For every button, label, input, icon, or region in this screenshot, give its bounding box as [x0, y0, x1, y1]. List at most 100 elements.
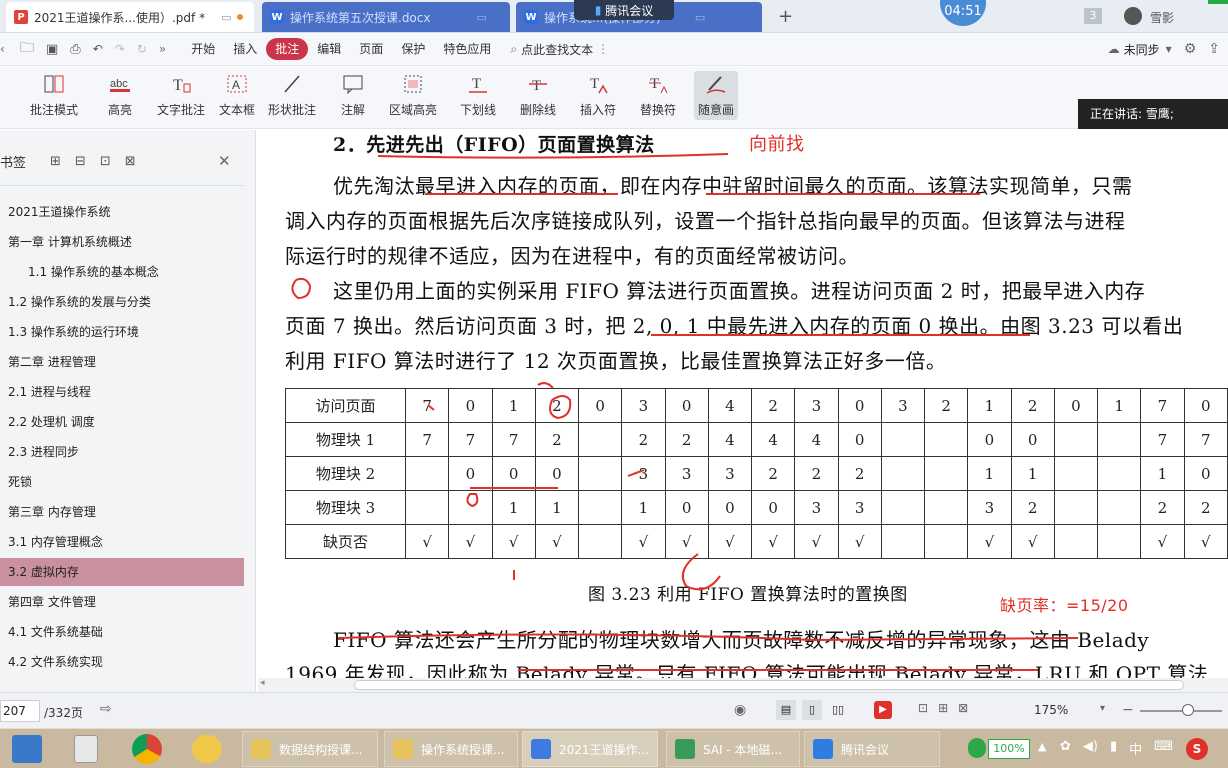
battery-indicator[interactable]: 100%	[988, 739, 1030, 759]
sidebar-item[interactable]: 第一章 计算机系统概述	[0, 228, 244, 256]
menu-page[interactable]: 页面	[350, 38, 392, 60]
taskbar-item[interactable]: SAI - 本地磁...	[666, 731, 800, 767]
search-input[interactable]: 点此查找文本	[521, 41, 593, 58]
computer-icon[interactable]	[12, 735, 42, 763]
chevron-left-icon[interactable]: ‹	[0, 42, 14, 56]
sidebar-item[interactable]: 第二章 进程管理	[0, 348, 244, 376]
open-folder-icon[interactable]: 🗀	[14, 37, 40, 61]
taskbar-item[interactable]: 2021王道操作...	[522, 731, 658, 767]
text-note-button[interactable]: T 文字批注	[157, 73, 205, 118]
eye-icon[interactable]: ◉	[734, 702, 746, 718]
sidebar-item[interactable]: 第三章 内存管理	[0, 498, 244, 526]
tab-pdf[interactable]: P 2021王道操作系...使用）.pdf * ▭	[6, 2, 254, 32]
zoom-slider-thumb[interactable]	[1182, 704, 1194, 716]
menu-start[interactable]: 开始	[182, 38, 224, 60]
bookmark-options-icon[interactable]: ⊠	[125, 154, 136, 169]
freehand-button[interactable]: 随意画	[694, 71, 739, 120]
sidebar-item[interactable]: 1.1 操作系统的基本概念	[0, 258, 244, 286]
insert-mark-button[interactable]: T 插入符	[580, 73, 616, 118]
shape-note-button[interactable]: 形状批注	[268, 73, 316, 118]
scroll-left-icon[interactable]: ◂	[260, 678, 265, 688]
user-name[interactable]: 雪影	[1150, 9, 1174, 26]
avatar[interactable]	[1124, 7, 1142, 25]
speaker-icon[interactable]: ◀)	[1083, 739, 1098, 758]
calculator-icon[interactable]	[74, 735, 98, 763]
repeat-icon[interactable]: ↻	[131, 42, 153, 56]
sidebar-item[interactable]: 2.2 处理机 调度	[0, 408, 244, 436]
menu-annotate[interactable]: 批注	[266, 38, 309, 60]
add-bookmark-icon[interactable]: ⊡	[100, 154, 111, 169]
sidebar-item[interactable]: 2.1 进程与线程	[0, 378, 244, 406]
taskbar-item[interactable]: 腾讯会议	[804, 731, 940, 767]
horizontal-scrollbar[interactable]: ◂	[258, 678, 1228, 692]
ime-icon[interactable]: 中	[1129, 739, 1142, 758]
fit-page-icon[interactable]: ⊠	[958, 701, 968, 715]
replace-mark-button[interactable]: T 替换符	[640, 73, 676, 118]
sidebar-item[interactable]: 3.1 内存管理概念	[0, 528, 244, 556]
comment-button[interactable]: 注解	[341, 73, 365, 118]
menu-protect[interactable]: 保护	[392, 38, 434, 60]
underline-button[interactable]: T 下划线	[460, 73, 496, 118]
sidebar-item[interactable]: 1.2 操作系统的发展与分类	[0, 288, 244, 316]
gear-icon[interactable]: ⚙	[1178, 41, 1203, 57]
area-highlight-button[interactable]: 区域高亮	[389, 73, 437, 118]
qq-music-icon[interactable]	[192, 735, 222, 763]
monitor-icon[interactable]: ▭	[221, 11, 231, 24]
monitor-icon[interactable]: ▭	[695, 11, 705, 24]
zoom-out-icon[interactable]: −	[1122, 702, 1134, 718]
strikethrough-button[interactable]: T 删除线	[520, 73, 556, 118]
more-chevron-icon[interactable]: »	[153, 42, 172, 56]
sidebar-item[interactable]: 死锁	[0, 468, 244, 496]
sidebar-item[interactable]: 4.2 文件系统实现	[0, 648, 244, 676]
print-icon[interactable]: ⎙	[64, 42, 86, 57]
highlight-button[interactable]: abc 高亮	[108, 73, 132, 118]
continuous-page-icon[interactable]: ▯	[802, 700, 822, 720]
annotation-mode-button[interactable]: 批注模式	[30, 73, 78, 118]
sidebar-item[interactable]: 2021王道操作系统	[0, 198, 244, 226]
fit-width-icon[interactable]: ⊞	[938, 701, 948, 715]
menu-features[interactable]: 特色应用	[434, 38, 500, 60]
taskbar-item[interactable]: 数据结构授课...	[242, 731, 378, 767]
shield-icon[interactable]	[968, 738, 986, 758]
page-number-input[interactable]: 207	[0, 700, 40, 722]
sidebar-item[interactable]: 2.3 进程同步	[0, 438, 244, 466]
redo-icon[interactable]: ↷	[109, 42, 131, 56]
more-options-icon[interactable]: ⋮	[593, 42, 613, 56]
sidebar-item[interactable]: 1.3 操作系统的运行环境	[0, 318, 244, 346]
zoom-level[interactable]: 175%	[1034, 703, 1068, 717]
textbox-button[interactable]: A 文本框	[219, 73, 255, 118]
zoom-dropdown-icon[interactable]: ▾	[1100, 703, 1105, 714]
menu-edit[interactable]: 编辑	[308, 38, 350, 60]
collapse-all-icon[interactable]: ⊟	[75, 154, 86, 169]
close-icon[interactable]: ✕	[218, 152, 231, 170]
taskbar-item[interactable]: 操作系统授课...	[384, 731, 518, 767]
sogou-icon[interactable]: S	[1186, 738, 1208, 760]
dropdown-icon[interactable]: ▾	[1160, 42, 1178, 56]
sidebar-item[interactable]: 4.1 文件系统基础	[0, 618, 244, 646]
tab-count-badge[interactable]: 3	[1084, 8, 1102, 24]
actual-size-icon[interactable]: ⊡	[918, 701, 928, 715]
expand-all-icon[interactable]: ⊞	[50, 154, 61, 169]
two-page-icon[interactable]: ▯▯	[828, 700, 848, 720]
undo-icon[interactable]: ↶	[87, 42, 109, 56]
play-icon[interactable]: ▶	[874, 701, 892, 719]
single-page-icon[interactable]: ▤	[776, 700, 796, 720]
sidebar-item[interactable]: 3.2 虚拟内存	[0, 558, 244, 586]
network-icon[interactable]: ▮	[1110, 739, 1117, 758]
keyboard-icon[interactable]: ⌨	[1154, 739, 1173, 758]
monitor-icon[interactable]: ▭	[476, 11, 486, 24]
tray-app-icon[interactable]: ✿	[1060, 739, 1071, 758]
chrome-icon[interactable]	[132, 734, 162, 764]
next-page-arrow-icon[interactable]: ⇨	[100, 701, 112, 717]
new-tab-button[interactable]: +	[778, 6, 793, 27]
meeting-overlay[interactable]: ▮ 腾讯会议	[574, 0, 674, 20]
scroll-thumb[interactable]	[354, 680, 1184, 690]
tab-docx-1[interactable]: W 操作系统第五次授课.docx ▭	[262, 2, 510, 32]
sync-status[interactable]: 未同步	[1124, 41, 1160, 58]
menu-insert[interactable]: 插入	[224, 38, 266, 60]
save-icon[interactable]: ▣	[40, 42, 64, 57]
share-icon[interactable]: ⇪	[1202, 41, 1228, 57]
zoom-slider[interactable]	[1140, 710, 1222, 712]
sidebar-item[interactable]: 第四章 文件管理	[0, 588, 244, 616]
tray-up-icon[interactable]: ▲	[1038, 740, 1046, 753]
